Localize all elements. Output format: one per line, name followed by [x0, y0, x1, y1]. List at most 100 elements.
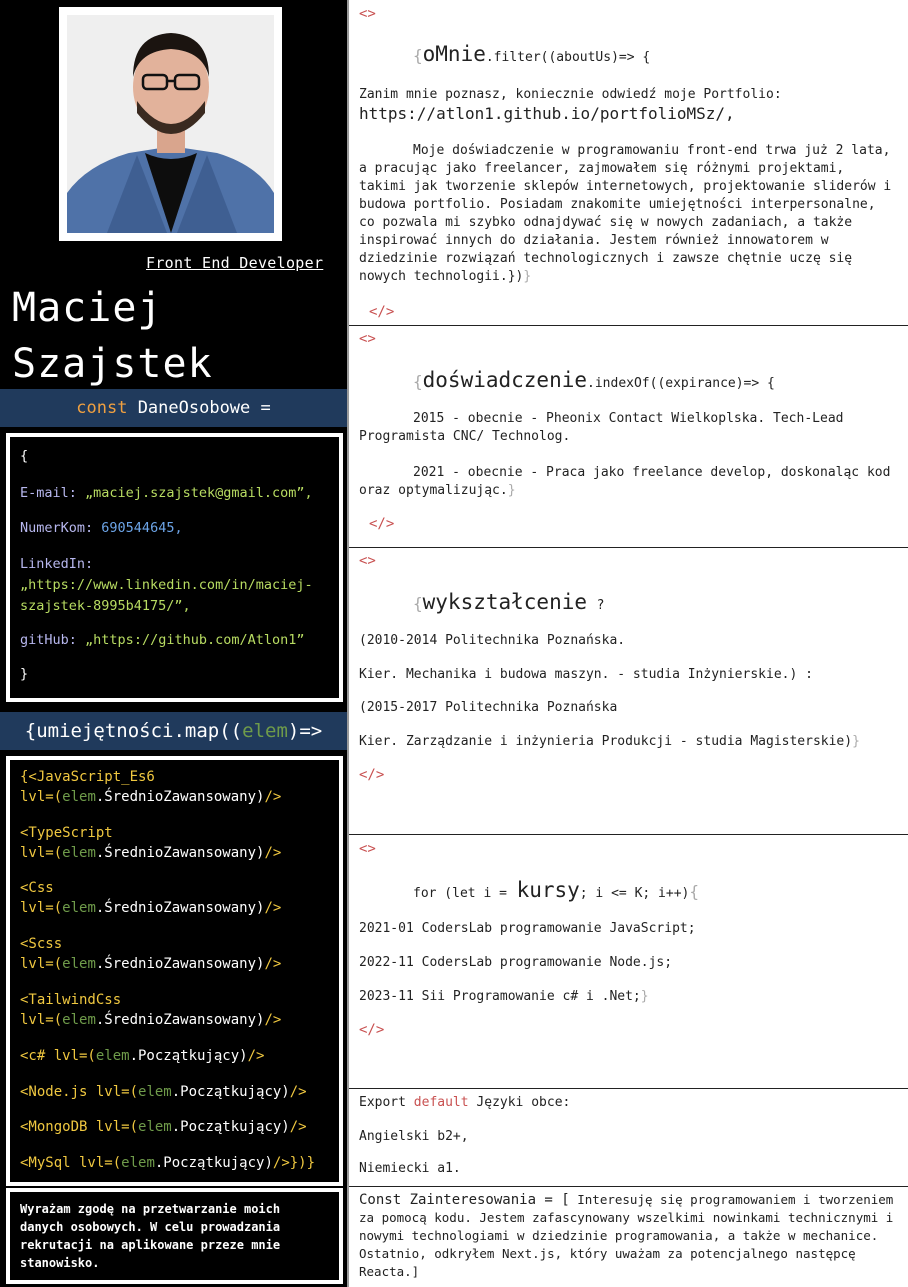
- close-tag: />: [247, 1048, 265, 1064]
- experience-item-2-text: 2021 - obecnie - Praca jako freelance de…: [359, 465, 891, 498]
- close-tag: />})}: [272, 1155, 316, 1171]
- education-suffix: ?: [596, 598, 605, 613]
- interests-lead: Const Zainteresowania = [: [359, 1192, 570, 1208]
- section-divider: [349, 1186, 908, 1187]
- closing-brace: }: [507, 483, 516, 498]
- consent-text: Wyrażam zgodę na przetwarzanie moich dan…: [20, 1202, 281, 1270]
- experience-item-2: 2021 - obecnie - Praca jako freelance de…: [359, 464, 894, 500]
- about-title: oMnie: [422, 42, 486, 66]
- skill-level: lvl=(elem.ŚrednioZawansowany)/>: [20, 843, 281, 863]
- linkedin-value-line1[interactable]: „https://www.linkedin.com/in/maciej-: [20, 575, 313, 596]
- close-tag: />: [289, 1084, 307, 1100]
- lvl-label: lvl=(: [20, 956, 63, 972]
- closing-brace: }: [523, 269, 532, 284]
- skill-name: <Scss: [20, 936, 63, 952]
- skill-name: <TypeScript: [20, 825, 113, 841]
- skills-prefix: {umiejętności.map((: [24, 720, 243, 742]
- skill-item: <c# lvl=(elem.Początkujący)/>: [20, 1046, 264, 1066]
- personal-data-title: DaneOsobowe =: [137, 398, 271, 418]
- about-heading: {oMnie.filter((aboutUs)=> {: [413, 42, 650, 66]
- close-brace: }: [20, 666, 29, 682]
- skill-level: lvl=(elem.ŚrednioZawansowany)/>: [20, 787, 281, 807]
- skill-name: <MongoDB lvl=(: [20, 1119, 139, 1135]
- github-key: gitHub:: [20, 632, 77, 648]
- about-open-tag: <>: [359, 6, 376, 22]
- level-label: .ŚrednioZawansowany): [95, 845, 265, 861]
- phone-value: 690544645,: [101, 520, 183, 536]
- github-row: gitHub: „https://github.com/Atlon1”: [20, 630, 305, 651]
- skill-name: <Css: [20, 880, 54, 896]
- skills-elem: elem: [242, 720, 288, 742]
- education-close-tag: </>: [359, 767, 385, 783]
- section-divider: [349, 325, 908, 326]
- level-label: .ŚrednioZawansowany): [95, 900, 265, 916]
- elem-label: elem: [138, 1084, 172, 1100]
- skill-item: {<JavaScript_Es6 lvl=(elem.ŚrednioZawans…: [20, 767, 281, 807]
- skill-item: <TailwindCss lvl=(elem.ŚrednioZawansowan…: [20, 990, 281, 1030]
- experience-item-1: 2015 - obecnie - Pheonix Contact Wielkop…: [359, 411, 844, 444]
- skills-header: {umiejętności.map((elem)=>: [0, 712, 347, 750]
- close-tag: />: [264, 789, 282, 805]
- skill-name: <Node.js lvl=(: [20, 1084, 139, 1100]
- close-tag: />: [264, 845, 282, 861]
- brace: {: [689, 882, 699, 901]
- personal-data-header: const DaneOsobowe =: [0, 389, 347, 427]
- skill-item: <MySql lvl=(elem.Początkujący)/>})}: [20, 1153, 315, 1173]
- linkedin-key: LinkedIn:: [20, 556, 94, 572]
- skill-level: lvl=(elem.ŚrednioZawansowany)/>: [20, 1010, 281, 1030]
- personal-data-box: { E-mail: „maciej.szajstek@gmail.com”, N…: [6, 433, 343, 702]
- elem-label: elem: [62, 900, 96, 916]
- skills-suffix: )=>: [287, 720, 323, 742]
- education-line-4-text: Kier. Zarządzanie i inżynieria Produkcji…: [359, 734, 853, 749]
- skill-name: {<JavaScript_Es6: [20, 769, 155, 785]
- profile-photo-frame: [59, 7, 282, 241]
- language-2: Niemiecki a1.: [359, 1161, 461, 1176]
- level-label: .Początkujący): [171, 1119, 290, 1135]
- portfolio-link[interactable]: https://atlon1.github.io/portfolioMSz/,: [359, 104, 894, 124]
- lvl-label: lvl=(: [20, 789, 63, 805]
- about-intro: Zanim mnie poznasz, koniecznie odwiedź m…: [359, 87, 782, 102]
- closing-brace: }: [852, 734, 860, 749]
- skills-box: {<JavaScript_Es6 lvl=(elem.ŚrednioZawans…: [6, 756, 343, 1186]
- skill-item: <Scss lvl=(elem.ŚrednioZawansowany)/>: [20, 934, 281, 974]
- education-open-tag: <>: [359, 553, 376, 569]
- languages-heading: Export default Języki obce:: [359, 1094, 894, 1112]
- elem-label: elem: [62, 956, 96, 972]
- linkedin-row: LinkedIn: „https://www.linkedin.com/in/m…: [20, 554, 313, 617]
- elem-label: elem: [62, 1012, 96, 1028]
- elem-label: elem: [62, 789, 96, 805]
- level-label: .Początkujący): [129, 1048, 248, 1064]
- skill-name: <c# lvl=(: [20, 1048, 96, 1064]
- courses-close-tag: </>: [359, 1022, 385, 1038]
- skill-item: <MongoDB lvl=(elem.Początkujący)/>: [20, 1117, 307, 1137]
- brace: {: [413, 372, 423, 391]
- closing-brace: }: [640, 989, 649, 1004]
- phone-key: NumerKom:: [20, 520, 94, 536]
- section-divider: [349, 1088, 908, 1089]
- about-close-tag: </>: [369, 304, 395, 320]
- close-tag: />: [264, 956, 282, 972]
- courses-suffix: ; i <= K; i++): [579, 886, 690, 901]
- course-2: 2022-11 CodersLab programowanie Node.js;: [359, 955, 673, 970]
- main-content: <> {oMnie.filter((aboutUs)=> { Zanim mni…: [349, 0, 908, 1287]
- elem-label: elem: [138, 1119, 172, 1135]
- lvl-label: lvl=(: [20, 1012, 63, 1028]
- experience-close-tag: </>: [369, 516, 395, 532]
- section-divider: [349, 547, 908, 548]
- skill-name: <TailwindCss: [20, 992, 122, 1008]
- email-value[interactable]: „maciej.szajstek@gmail.com”,: [85, 485, 313, 501]
- courses-title: kursy: [516, 878, 580, 902]
- elem-label: elem: [121, 1155, 155, 1171]
- linkedin-value-line2[interactable]: szajstek-8995b4175/”,: [20, 596, 313, 617]
- email-row: E-mail: „maciej.szajstek@gmail.com”,: [20, 483, 313, 504]
- github-value[interactable]: „https://github.com/Atlon1”: [85, 632, 304, 648]
- skill-name: <MySql lvl=(: [20, 1155, 122, 1171]
- full-name: Maciej Szajstek: [12, 280, 213, 392]
- education-line-3: (2015-2017 Politechnika Poznańska: [359, 700, 618, 715]
- course-3: 2023-11 Sii Programowanie c# i .Net;}: [359, 988, 894, 1006]
- education-title: wykształcenie: [422, 590, 588, 614]
- experience-heading: {doświadczenie.indexOf((expirance)=> {: [413, 368, 775, 392]
- courses-heading: for (let i = kursy; i <= K; i++){: [413, 878, 699, 902]
- course-3-text: 2023-11 Sii Programowanie c# i .Net;: [359, 989, 641, 1004]
- education-heading: {wykształcenie ?: [413, 590, 604, 614]
